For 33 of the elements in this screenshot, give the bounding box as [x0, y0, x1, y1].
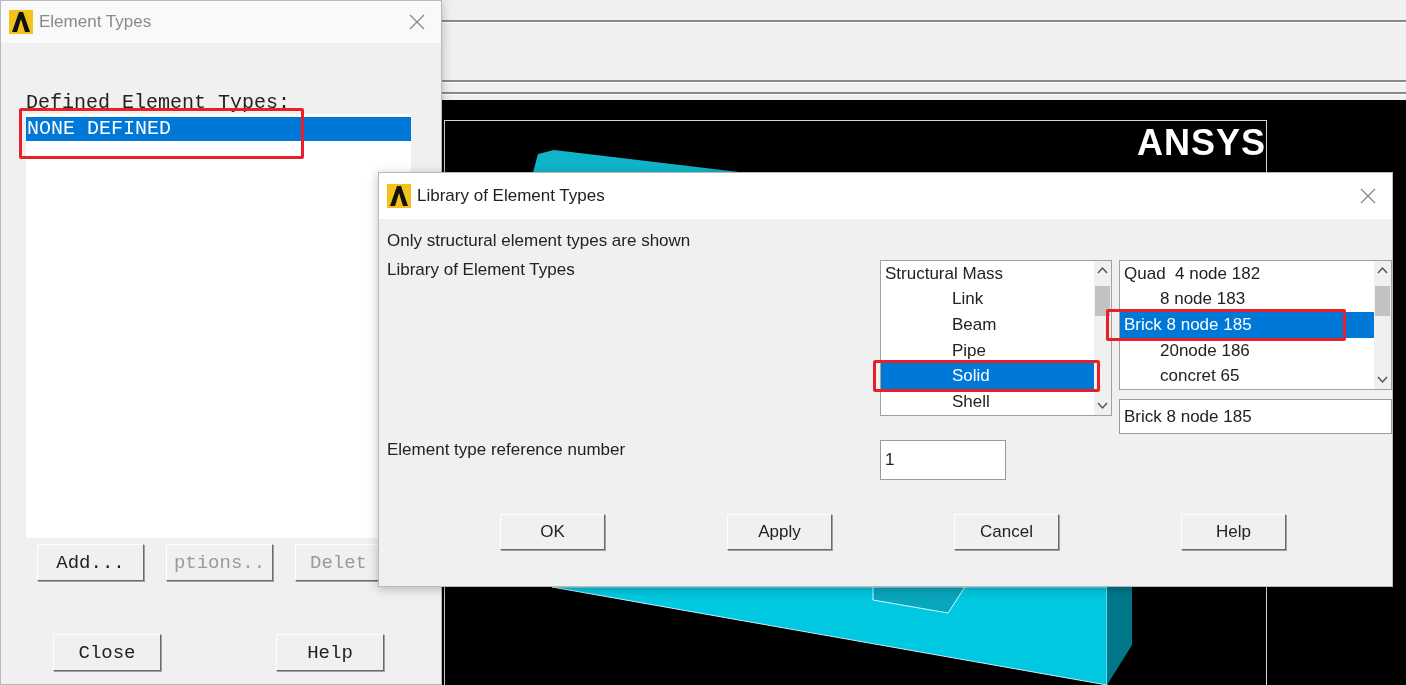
field-label: Element type reference number [387, 440, 627, 460]
list-item[interactable]: Pipe [952, 341, 987, 360]
list-item[interactable]: Structural Mass [885, 264, 1004, 283]
list-item[interactable]: Beam [952, 316, 997, 334]
list-item[interactable]: Shell [952, 392, 990, 411]
dialog-button[interactable]: Help [1181, 514, 1286, 550]
window-title: Element Types [39, 12, 153, 32]
list-item[interactable]: Link [952, 290, 984, 309]
reference-number-field[interactable]: 1 [880, 440, 1006, 480]
close-icon[interactable] [409, 14, 425, 30]
list-item[interactable]: NONE DEFINED [27, 118, 172, 140]
list-item[interactable]: concret 65 [1160, 367, 1240, 386]
dialog-button[interactable]: Apply [727, 514, 832, 550]
list-item[interactable]: Quad 4 node 182 [1124, 264, 1261, 283]
window-title: Library of Element Types [417, 186, 606, 206]
dialog-button[interactable]: Add... [37, 544, 144, 581]
dialog-button[interactable]: Help [276, 634, 384, 671]
list-item[interactable]: 20node 186 [1160, 341, 1250, 360]
app-logo-icon [387, 184, 411, 208]
field-label: Library of Element Types [387, 260, 576, 280]
list-item[interactable]: Solid [952, 367, 990, 386]
dialog-button[interactable]: Cancel [954, 514, 1059, 550]
list-item[interactable]: Brick 8 node 185 [1124, 316, 1252, 334]
dialog-button[interactable]: Close [53, 634, 161, 671]
selection-field[interactable]: Brick 8 node 185 [1119, 399, 1392, 434]
logo-text: ANSYS [1137, 122, 1267, 164]
close-icon[interactable] [1360, 188, 1376, 204]
scrollbar[interactable] [1374, 261, 1391, 389]
app-logo-icon [9, 10, 33, 34]
list-item[interactable]: 8 node 183 [1160, 290, 1246, 309]
dialog-button[interactable]: OK [500, 514, 605, 550]
info-text: Only structural element types are shown [387, 231, 692, 251]
scrollbar[interactable] [1094, 261, 1111, 415]
